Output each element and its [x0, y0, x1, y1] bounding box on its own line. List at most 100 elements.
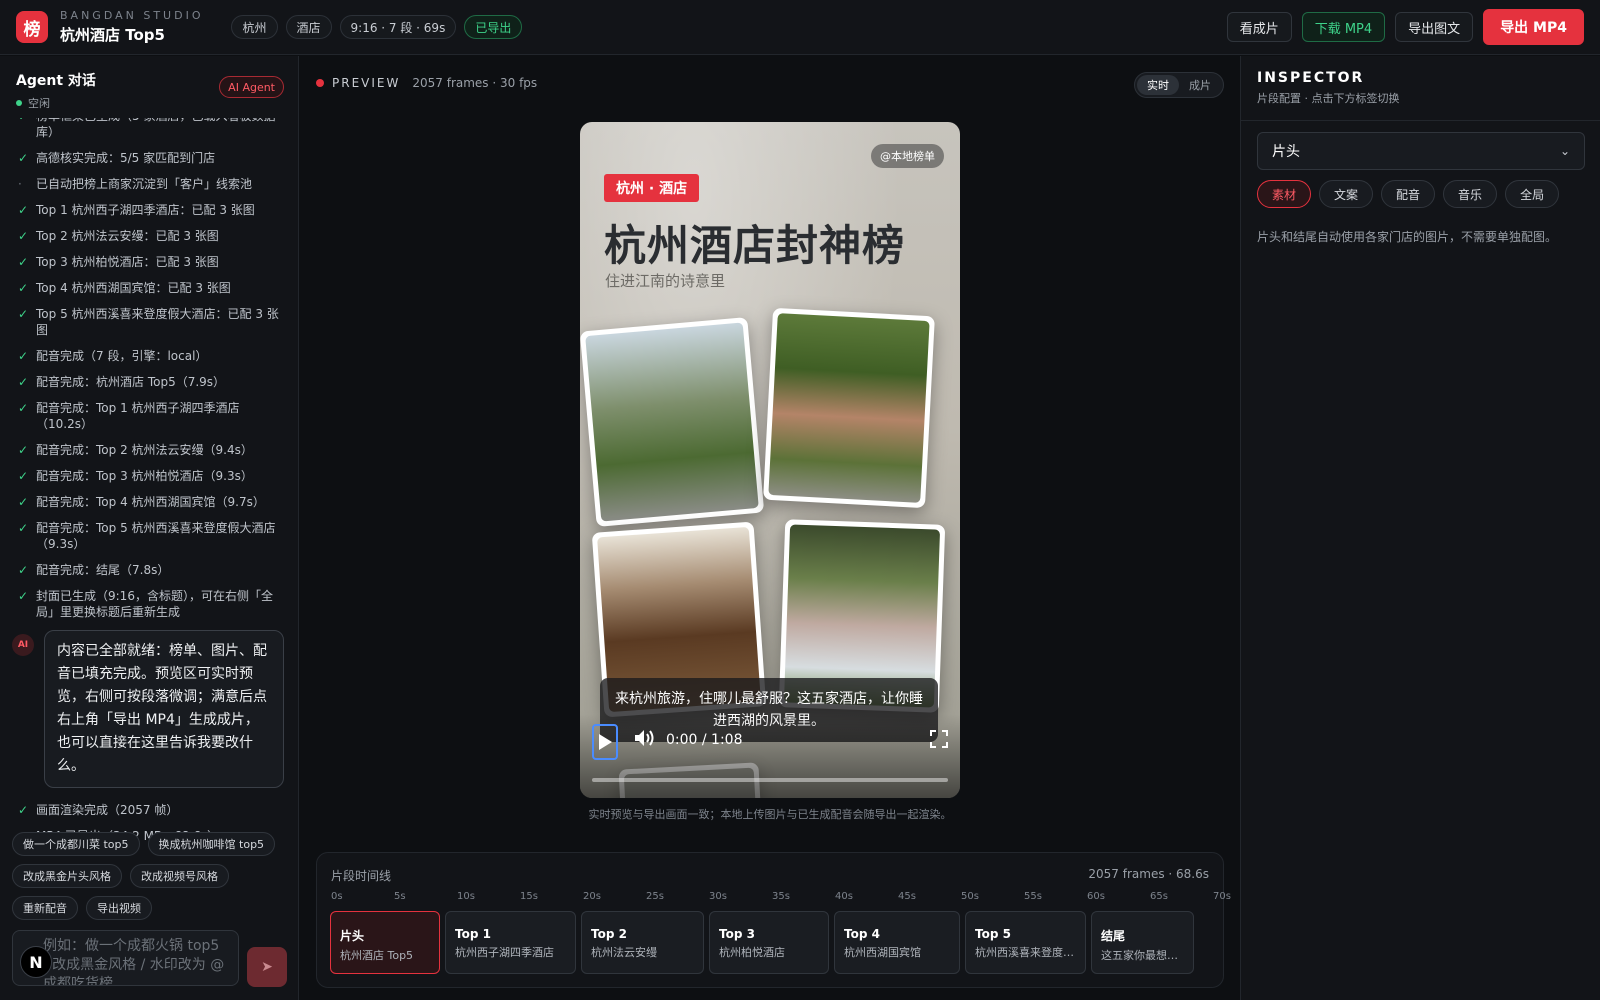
suggestion-chip[interactable]: 改成视频号风格 [130, 864, 229, 888]
suggestion-chip[interactable]: 改成黑金片头风格 [12, 864, 122, 888]
inspector-title: INSPECTOR [1257, 70, 1365, 86]
log-item-text: 封面已生成（9:16，含标题），可在右侧「全局」里更换标题后重新生成 [36, 589, 273, 619]
cover-subtitle: 住进江南的诗意里 [605, 272, 726, 290]
log-item: ✓ 配音完成：杭州酒店 Top5（7.9s） [0, 374, 298, 390]
timeline-tick: 70s [1213, 891, 1231, 902]
segment-select[interactable]: 片头 ⌄ [1257, 132, 1585, 170]
check-icon: ✓ [18, 203, 29, 217]
volume-button[interactable] [634, 728, 656, 753]
inspector-tab[interactable]: 配音 [1381, 180, 1436, 208]
suggestion-chip[interactable]: 做一个成都川菜 top5 [12, 832, 140, 856]
inspector-subtitle: 片段配置 · 点击下方标签切换 [1257, 92, 1400, 105]
suggestion-chip[interactable]: 重新配音 [12, 896, 78, 920]
log-top-list: ✓榜单框架已生成（5 家酒店，已载入看板数据库）✓高德核实完成：5/5 家匹配到… [0, 118, 298, 620]
project-title: 杭州酒店 Top5 [60, 26, 165, 44]
check-icon: ✓ [18, 495, 29, 509]
log-item: ✓ 配音完成（7 段，引擎：local） [0, 348, 298, 364]
log-item: ✓ Top 3 杭州柏悦酒店：已配 3 张图 [0, 254, 298, 270]
agent-status-text: 空闲 [28, 97, 50, 110]
inspector-tab[interactable]: 全局 [1505, 180, 1560, 208]
project-chips: 杭州 酒店 9:16 · 7 段 · 69s 已导出 [231, 15, 523, 39]
clip-subtitle: 杭州柏悦酒店 [719, 946, 785, 959]
clip-name: Top 1 [455, 927, 491, 941]
agent-log[interactable]: ✓榜单框架已生成（5 家酒店，已载入看板数据库）✓高德核实完成：5/5 家匹配到… [0, 118, 298, 876]
mode-final[interactable]: 成片 [1179, 75, 1221, 95]
mode-live[interactable]: 实时 [1137, 75, 1179, 95]
clip-subtitle: 杭州法云安缦 [591, 946, 657, 959]
timeline-tick: 55s [1024, 891, 1042, 902]
download-mp4-button[interactable]: 下载 MP4 [1301, 12, 1386, 42]
export-mp4-button[interactable]: 导出 MP4 [1483, 9, 1584, 45]
suggestion-chip[interactable]: 导出视频 [86, 896, 152, 920]
timeline-tick: 15s [520, 891, 538, 902]
timeline-clip[interactable]: 片头 杭州酒店 Top5 [330, 911, 440, 974]
fullscreen-icon[interactable] [930, 730, 948, 748]
timeline-clip[interactable]: 结尾这五家你最想住哪一家 [1091, 911, 1194, 974]
log-item-text: Top 2 杭州法云安缦：已配 3 张图 [36, 229, 219, 243]
timeline-tick: 60s [1087, 891, 1105, 902]
log-item: ✓ 配音完成：结尾（7.8s） [0, 562, 298, 578]
preview-header: PREVIEW 2057 frames · 30 fps [316, 76, 537, 90]
timeline-clip[interactable]: Top 3 杭州柏悦酒店 [709, 911, 829, 974]
cover-title: 杭州酒店封神榜 [604, 221, 906, 270]
ai-avatar: AI [12, 634, 34, 656]
log-item: · 已自动把榜上商家沉淀到「客户」线索池 [0, 176, 298, 192]
timeline-tick: 10s [457, 891, 475, 902]
play-button[interactable] [592, 724, 618, 760]
timeline-meta: 2057 frames · 68.6s [1088, 867, 1209, 881]
inspector-tab[interactable]: 文案 [1319, 180, 1374, 208]
agent-panel: Agent 对话 空闲 AI Agent ✓ 榜单框架已生成（5 家酒店，已载入看… [0, 56, 299, 1000]
timeline-tick: 20s [583, 891, 601, 902]
check-icon: ✓ [18, 563, 29, 577]
timeline-clip[interactable]: Top 4 杭州西湖国宾馆 [834, 911, 960, 974]
preview-meta: 2057 frames · 30 fps [412, 76, 538, 90]
clip-subtitle: 这五家你最想住哪一家 [1101, 949, 1184, 962]
timeline-tick: 65s [1150, 891, 1168, 902]
check-icon: ✓ [18, 589, 29, 603]
log-item: ✓ 配音完成：Top 5 杭州西溪喜来登度假大酒店（9.3s） [0, 520, 298, 552]
log-item: ✓ Top 4 杭州西湖国宾馆：已配 3 张图 [0, 280, 298, 296]
log-item-text: 榜单框架已生成（5 家酒店，已载入看板数据库） [36, 118, 275, 139]
log-item: ✓ 配音完成：Top 2 杭州法云安缦（9.4s） [0, 442, 298, 458]
send-button[interactable]: ➤ [247, 947, 287, 987]
clip-name: Top 3 [719, 927, 755, 941]
check-icon: ✓ [18, 281, 29, 295]
inspector-tab[interactable]: 素材 [1257, 180, 1312, 208]
inspector-tabs: 素材 文案 配音 音乐 全局 [1257, 180, 1587, 208]
video-progress-bar[interactable] [592, 778, 948, 782]
log-item: ✓ 配音完成：Top 1 杭州西子湖四季酒店（10.2s） [0, 400, 298, 432]
log-item: ✓ 画面渲染完成（2057 帧） [0, 802, 298, 818]
chip-format: 9:16 · 7 段 · 69s [339, 15, 457, 39]
log-item-text: Top 4 杭州西湖国宾馆：已配 3 张图 [36, 281, 231, 295]
log-item-text: Top 3 杭州柏悦酒店：已配 3 张图 [36, 255, 219, 269]
n-logo-icon[interactable]: N [20, 946, 52, 978]
agent-log-content: ✓榜单框架已生成（5 家酒店，已载入看板数据库）✓高德核实完成：5/5 家匹配到… [0, 118, 298, 854]
status-badge: 已导出 [464, 15, 523, 39]
video-preview[interactable]: @本地榜单 杭州 · 酒店 杭州酒店封神榜 住进江南的诗意里 来杭州旅游，住哪儿… [580, 122, 960, 798]
inspector-tab[interactable]: 音乐 [1443, 180, 1498, 208]
timeline-clip[interactable]: Top 5 杭州西溪喜来登度假大酒店 [965, 911, 1086, 974]
timeline-tick: 5s [394, 891, 406, 902]
timeline-clip[interactable]: Top 2 杭州法云安缦 [581, 911, 704, 974]
log-item: ✓ 高德核实完成：5/5 家匹配到门店 [0, 150, 298, 166]
clip-timeline: 片段时间线 2057 frames · 68.6s 0s 5s 10s 15s 20s 2… [316, 852, 1231, 988]
log-item-text: 高德核实完成：5/5 家匹配到门店 [36, 151, 216, 165]
watch-button[interactable]: 看成片 [1226, 12, 1292, 42]
agent-header: Agent 对话 空闲 AI Agent [16, 70, 284, 110]
clip-name: Top 2 [591, 927, 627, 941]
log-item-text: 配音完成：Top 3 杭州柏悦酒店（9.3s） [36, 469, 253, 483]
timeline-tick: 50s [961, 891, 979, 902]
export-doc-button[interactable]: 导出图文 [1395, 12, 1474, 42]
video-time: 0:00 / 1:08 [666, 732, 743, 748]
log-item-text: 配音完成：Top 5 杭州西溪喜来登度假大酒店（9.3s） [36, 521, 276, 551]
timeline-clip[interactable]: Top 1 杭州西子湖四季酒店 [445, 911, 576, 974]
log-item-text: 配音完成：Top 4 杭州西湖国宾馆（9.7s） [36, 495, 265, 509]
top-actions: 看成片 下载 MP4 导出图文 导出 MP4 [1226, 9, 1584, 45]
timeline-tick: 40s [835, 891, 853, 902]
timeline-tick: 25s [646, 891, 664, 902]
preview-note: 实时预览与导出画面一致；本地上传图片与已生成配音会随导出一起渲染。 [588, 808, 952, 821]
brand: BANGDAN STUDIO 杭州酒店 Top5 [60, 9, 203, 45]
clip-name: 结尾 [1101, 929, 1126, 943]
check-icon: ✓ [18, 469, 29, 483]
suggestion-chip[interactable]: 换成杭州咖啡馆 top5 [147, 832, 276, 856]
